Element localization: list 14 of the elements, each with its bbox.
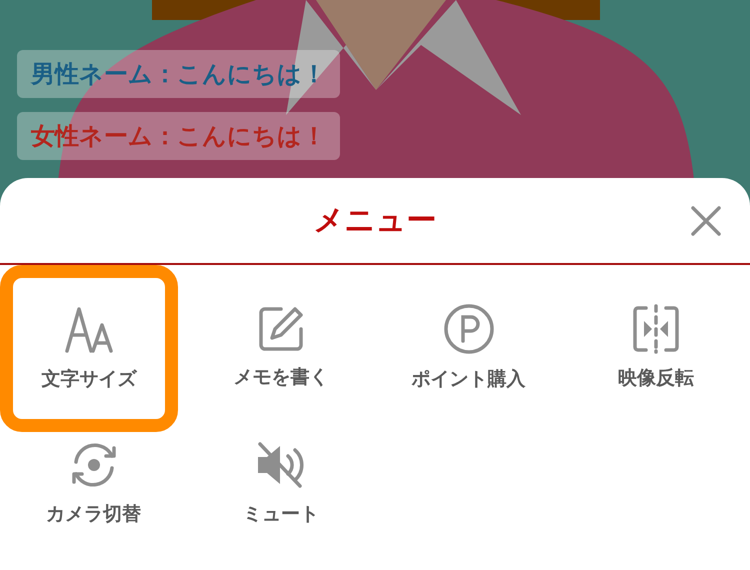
menu-item[interactable]: 映像反転 (562, 265, 750, 432)
menu-item[interactable]: ポイント購入 (375, 265, 562, 432)
points-icon (442, 303, 494, 356)
chat-caption: 男性ネーム：こんにちは！ (31, 59, 326, 90)
menu-item[interactable]: 文字サイズ (0, 265, 178, 432)
flip-icon (632, 304, 680, 354)
chat-caption: 女性ネーム：こんにちは！ (31, 121, 326, 152)
menu-item[interactable]: メモを書く (188, 265, 374, 432)
close-icon (690, 205, 722, 237)
menu-item[interactable]: カメラ切替 (0, 432, 187, 567)
menu-item[interactable]: ミュート (188, 432, 374, 567)
edit-icon (257, 305, 305, 354)
close-button[interactable] (690, 205, 722, 237)
menu-title: メニュー (314, 202, 436, 240)
